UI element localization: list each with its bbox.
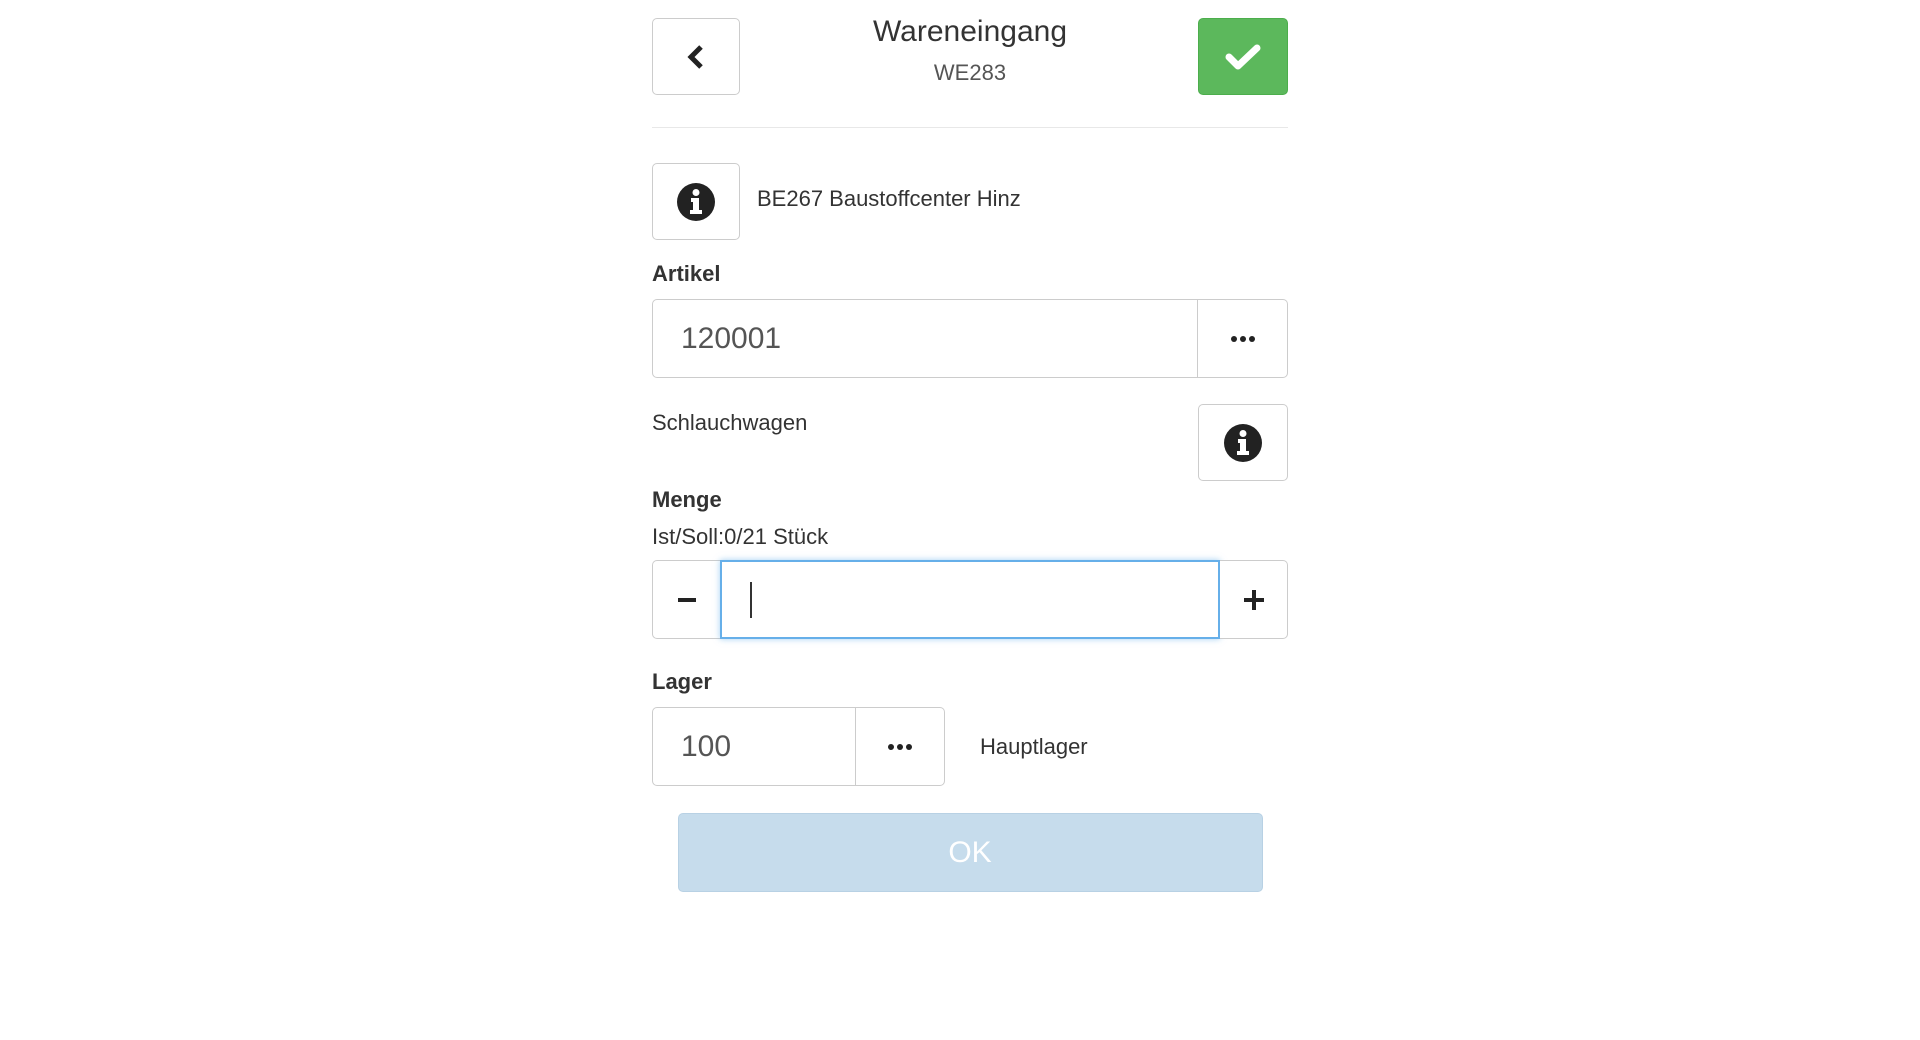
increment-button[interactable] [1220, 560, 1288, 639]
artikel-description: Schlauchwagen [652, 410, 808, 435]
artikel-field[interactable]: 120001 [652, 299, 1198, 378]
quantity-input[interactable] [720, 560, 1220, 639]
lager-field[interactable]: 100 [652, 707, 856, 786]
artikel-info-button[interactable] [1198, 404, 1288, 481]
quantity-hint: Ist/Soll:0/21 Stück [652, 524, 829, 549]
lager-row: 100 Hauptlager [652, 707, 1288, 786]
artikel-input-group: 120001 [652, 299, 1288, 378]
ok-button[interactable]: OK [677, 813, 1263, 892]
check-icon [1225, 43, 1261, 71]
order-info-row: BE267 Baustoffcenter Hinz [652, 163, 1288, 241]
lager-name: Hauptlager [980, 733, 1088, 759]
order-info-text: BE267 Baustoffcenter Hinz [757, 186, 1021, 211]
lager-label: Lager [652, 669, 712, 694]
chevron-left-icon [685, 44, 707, 70]
receipt-number: WE283 [933, 60, 1007, 85]
decrement-button[interactable] [652, 560, 720, 639]
back-button[interactable] [652, 18, 740, 95]
title-block: Wareneingang WE283 [752, 14, 1188, 86]
info-circle-icon [1223, 423, 1263, 463]
header: Wareneingang WE283 [652, 0, 1288, 128]
confirm-button[interactable] [1198, 18, 1288, 95]
minus-icon [677, 597, 697, 603]
artikel-label: Artikel [652, 261, 721, 286]
page-title: Wareneingang [872, 15, 1068, 48]
plus-icon [1243, 589, 1265, 611]
info-circle-icon [676, 182, 716, 222]
ellipsis-icon [1230, 335, 1256, 343]
text-caret [750, 582, 752, 618]
goods-receipt-form: Wareneingang WE283 BE267 Baustoffcenter … [652, 0, 1288, 892]
artikel-description-row: Schlauchwagen [652, 404, 1288, 482]
menge-label: Menge [652, 487, 722, 512]
order-info-button[interactable] [652, 163, 740, 240]
quantity-stepper [652, 560, 1288, 639]
artikel-lookup-button[interactable] [1198, 299, 1288, 378]
lager-lookup-button[interactable] [856, 707, 945, 786]
ellipsis-icon [887, 743, 913, 751]
